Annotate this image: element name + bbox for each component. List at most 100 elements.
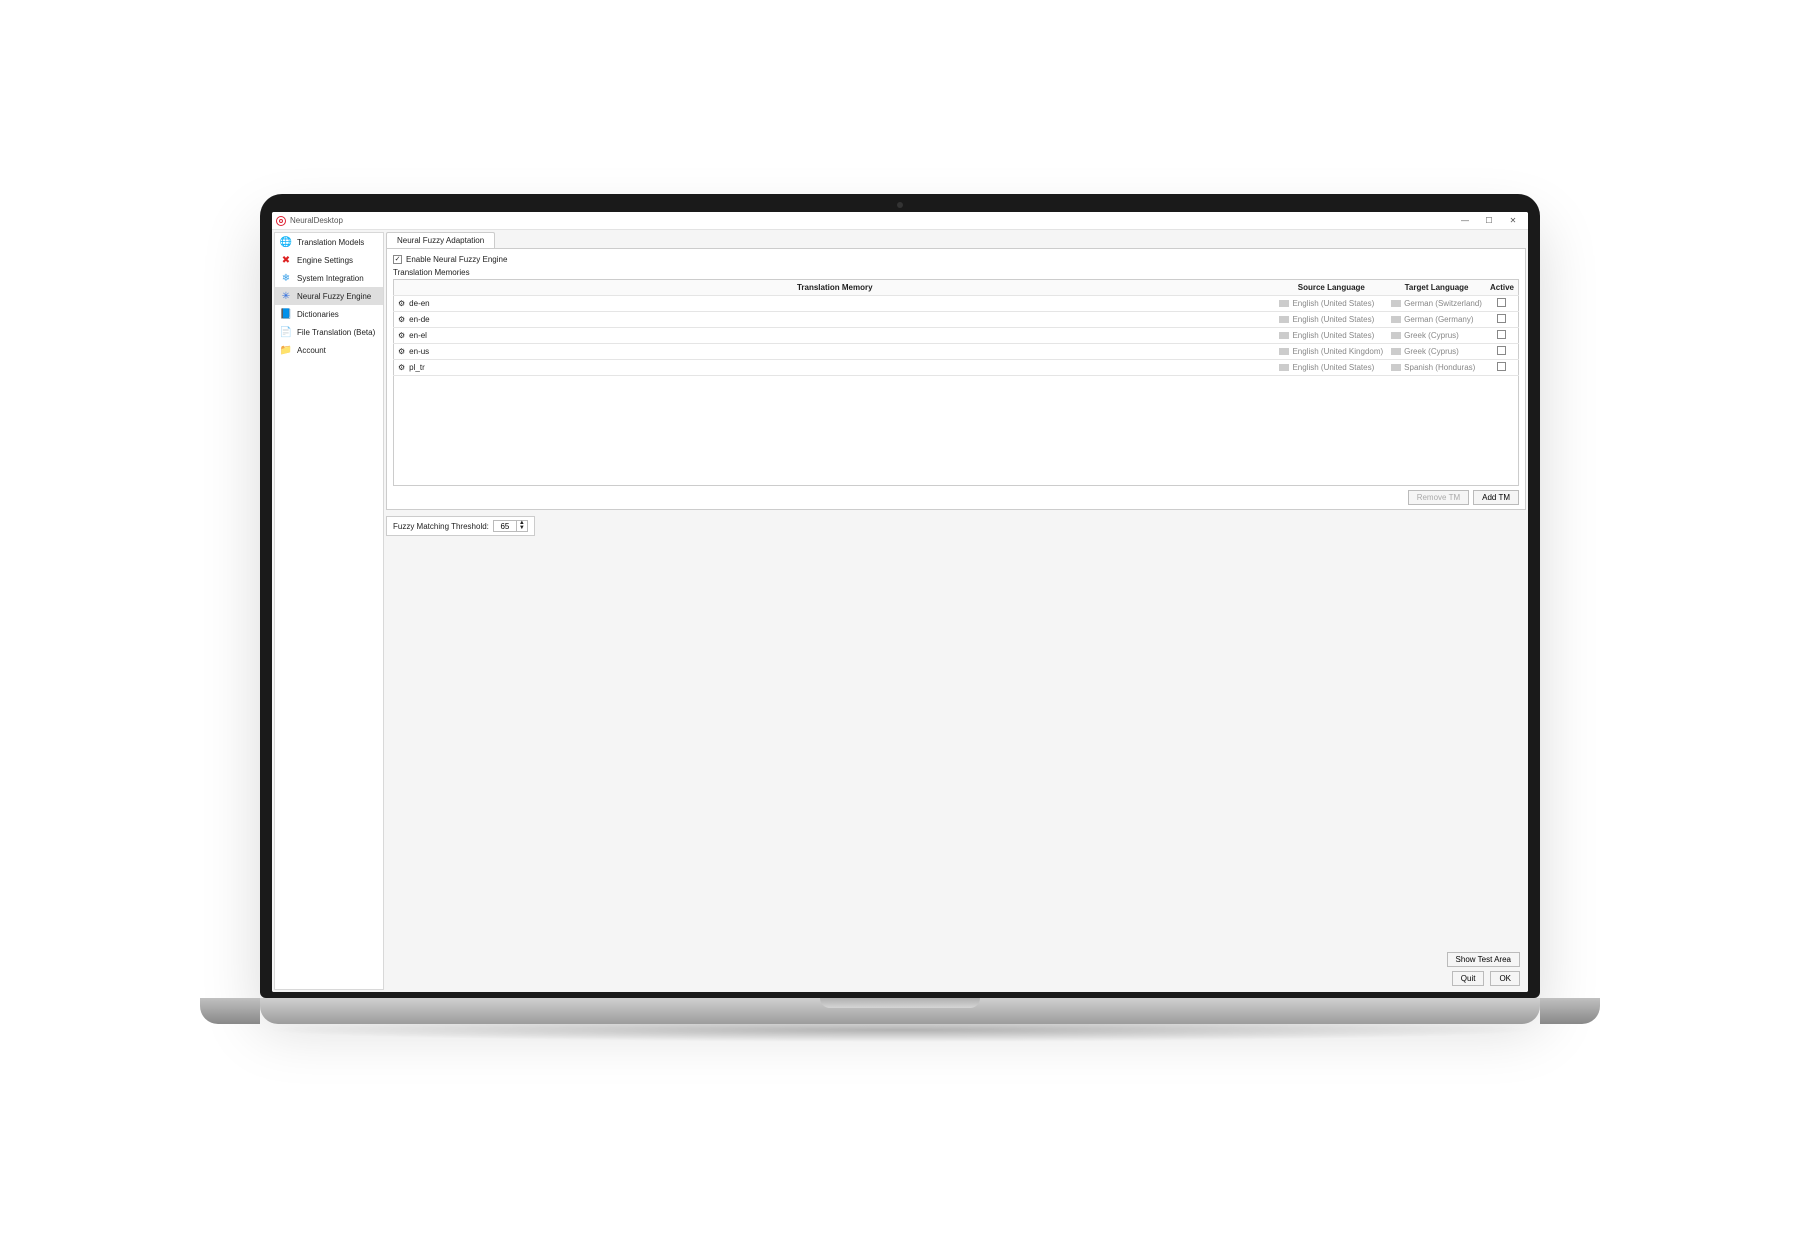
gear-icon: ⚙ <box>398 363 405 372</box>
active-cell[interactable] <box>1486 360 1519 376</box>
window-controls: — ☐ ✕ <box>1458 216 1524 225</box>
fuzzy-threshold-row: Fuzzy Matching Threshold: ▲▼ <box>386 516 535 536</box>
sidebar-item-label: Neural Fuzzy Engine <box>297 292 371 301</box>
laptop-camera <box>897 202 903 208</box>
sidebar-item-account[interactable]: 📁 Account <box>275 341 383 359</box>
sidebar-item-label: Dictionaries <box>297 310 339 319</box>
laptop-base-right <box>1540 998 1600 1024</box>
active-checkbox[interactable] <box>1497 362 1506 371</box>
show-test-area-button[interactable]: Show Test Area <box>1447 952 1520 967</box>
target-lang-cell[interactable]: Greek (Cyprus) <box>1387 344 1486 360</box>
main-panel: Neural Fuzzy Adaptation ✓ Enable Neural … <box>386 230 1528 992</box>
spinner-arrows[interactable]: ▲▼ <box>516 521 527 531</box>
file-translation-beta--icon: 📄 <box>280 326 292 338</box>
table-row[interactable]: ⚙en-usEnglish (United Kingdom)Greek (Cyp… <box>394 344 1519 360</box>
sidebar-item-file-translation-beta-[interactable]: 📄 File Translation (Beta) <box>275 323 383 341</box>
table-row[interactable]: ⚙de-enEnglish (United States)German (Swi… <box>394 296 1519 312</box>
app-window: NeuralDesktop — ☐ ✕ 🌐 Translation Models ✖… <box>272 212 1528 992</box>
sidebar-item-label: File Translation (Beta) <box>297 328 375 337</box>
flag-icon <box>1279 316 1289 323</box>
sidebar-item-dictionaries[interactable]: 📘 Dictionaries <box>275 305 383 323</box>
gear-icon: ⚙ <box>398 331 405 340</box>
close-button[interactable]: ✕ <box>1506 216 1520 225</box>
source-lang-cell[interactable]: English (United States) <box>1275 312 1387 328</box>
enable-nfe-checkbox[interactable]: ✓ <box>393 255 402 264</box>
flag-icon <box>1279 364 1289 371</box>
gear-icon: ⚙ <box>398 299 405 308</box>
tm-name-cell: ⚙de-en <box>394 296 1276 312</box>
col-active: Active <box>1486 280 1519 296</box>
neural-fuzzy-engine-icon: ✳ <box>280 290 292 302</box>
tm-name-cell: ⚙en-de <box>394 312 1276 328</box>
active-checkbox[interactable] <box>1497 346 1506 355</box>
dictionaries-icon: 📘 <box>280 308 292 320</box>
laptop-mockup: NeuralDesktop — ☐ ✕ 🌐 Translation Models ✖… <box>260 194 1540 1042</box>
col-target: Target Language <box>1387 280 1486 296</box>
main-spacer <box>386 536 1526 948</box>
gear-icon: ⚙ <box>398 347 405 356</box>
sidebar-item-neural-fuzzy-engine[interactable]: ✳ Neural Fuzzy Engine <box>275 287 383 305</box>
target-lang-cell[interactable]: German (Switzerland) <box>1387 296 1486 312</box>
remove-tm-button[interactable]: Remove TM <box>1408 490 1469 505</box>
active-cell[interactable] <box>1486 328 1519 344</box>
table-row[interactable]: ⚙en-deEnglish (United States)German (Ger… <box>394 312 1519 328</box>
tm-name-cell: ⚙pl_tr <box>394 360 1276 376</box>
flag-icon <box>1279 348 1289 355</box>
active-cell[interactable] <box>1486 312 1519 328</box>
active-checkbox[interactable] <box>1497 330 1506 339</box>
laptop-base-left <box>200 998 260 1024</box>
source-lang-cell[interactable]: English (United Kingdom) <box>1275 344 1387 360</box>
active-cell[interactable] <box>1486 296 1519 312</box>
table-row[interactable]: ⚙pl_trEnglish (United States)Spanish (Ho… <box>394 360 1519 376</box>
sidebar-item-system-integration[interactable]: ❄ System Integration <box>275 269 383 287</box>
target-lang-cell[interactable]: Greek (Cyprus) <box>1387 328 1486 344</box>
tm-button-row: Remove TM Add TM <box>393 490 1519 505</box>
fuzzy-threshold-label: Fuzzy Matching Threshold: <box>393 522 489 531</box>
app-icon <box>276 216 286 226</box>
fuzzy-threshold-input[interactable] <box>494 522 516 531</box>
target-lang-cell[interactable]: German (Germany) <box>1387 312 1486 328</box>
maximize-button[interactable]: ☐ <box>1482 216 1496 225</box>
flag-icon <box>1391 332 1401 339</box>
target-lang-cell[interactable]: Spanish (Honduras) <box>1387 360 1486 376</box>
app-body: 🌐 Translation Models ✖ Engine Settings ❄ Syst… <box>272 230 1528 992</box>
tm-name-cell: ⚙en-el <box>394 328 1276 344</box>
footer-buttons: Show Test Area Quit OK <box>386 948 1526 990</box>
ok-button[interactable]: OK <box>1490 971 1520 986</box>
source-lang-cell[interactable]: English (United States) <box>1275 360 1387 376</box>
titlebar: NeuralDesktop — ☐ ✕ <box>272 212 1528 230</box>
account-icon: 📁 <box>280 344 292 356</box>
active-checkbox[interactable] <box>1497 314 1506 323</box>
flag-icon <box>1391 300 1401 307</box>
enable-nfe-row[interactable]: ✓ Enable Neural Fuzzy Engine <box>393 255 1519 264</box>
sidebar-item-label: System Integration <box>297 274 364 283</box>
sidebar-item-engine-settings[interactable]: ✖ Engine Settings <box>275 251 383 269</box>
col-source: Source Language <box>1275 280 1387 296</box>
translation-models-icon: 🌐 <box>280 236 292 248</box>
sidebar-item-label: Translation Models <box>297 238 364 247</box>
tm-empty-area <box>393 376 1519 486</box>
flag-icon <box>1279 300 1289 307</box>
minimize-button[interactable]: — <box>1458 216 1472 225</box>
quit-button[interactable]: Quit <box>1452 971 1485 986</box>
active-cell[interactable] <box>1486 344 1519 360</box>
source-lang-cell[interactable]: English (United States) <box>1275 328 1387 344</box>
tab-neural-fuzzy-adaptation[interactable]: Neural Fuzzy Adaptation <box>386 232 495 248</box>
sidebar-item-translation-models[interactable]: 🌐 Translation Models <box>275 233 383 251</box>
source-lang-cell[interactable]: English (United States) <box>1275 296 1387 312</box>
flag-icon <box>1279 332 1289 339</box>
fuzzy-threshold-spinner[interactable]: ▲▼ <box>493 520 528 532</box>
table-header-row: Translation Memory Source Language Targe… <box>394 280 1519 296</box>
add-tm-button[interactable]: Add TM <box>1473 490 1519 505</box>
flag-icon <box>1391 316 1401 323</box>
window-title: NeuralDesktop <box>290 216 343 225</box>
system-integration-icon: ❄ <box>280 272 292 284</box>
table-row[interactable]: ⚙en-elEnglish (United States)Greek (Cypr… <box>394 328 1519 344</box>
tm-name-cell: ⚙en-us <box>394 344 1276 360</box>
col-memory: Translation Memory <box>394 280 1276 296</box>
sidebar-item-label: Engine Settings <box>297 256 353 265</box>
active-checkbox[interactable] <box>1497 298 1506 307</box>
sidebar-item-label: Account <box>297 346 326 355</box>
engine-settings-icon: ✖ <box>280 254 292 266</box>
tab-strip: Neural Fuzzy Adaptation <box>386 232 1526 248</box>
